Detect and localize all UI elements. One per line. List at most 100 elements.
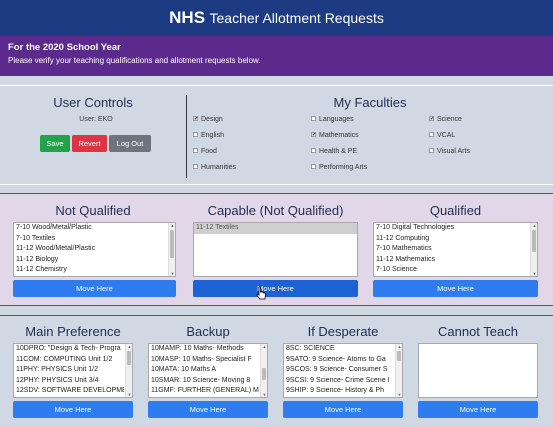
- revert-button[interactable]: Revert: [72, 135, 107, 152]
- qualified-move-button[interactable]: Move Here: [373, 280, 538, 297]
- scroll-up-icon[interactable]: ▲: [531, 223, 537, 228]
- app-header: NHS Teacher Allotment Requests: [0, 0, 553, 36]
- checkbox-icon[interactable]: ✔: [311, 131, 316, 137]
- faculty-humanities[interactable]: Humanities: [193, 163, 236, 171]
- list-item[interactable]: 9SCSI: 9 Science- Crime Scene I: [284, 376, 394, 387]
- list-item[interactable]: 8SC: SCIENCE: [284, 344, 394, 355]
- list-item[interactable]: 10SMAR: 10 Science- Moving 8: [149, 376, 259, 387]
- scrollbar-thumb[interactable]: [262, 368, 266, 380]
- scrollbar-thumb[interactable]: [532, 230, 536, 252]
- list-item[interactable]: 12SDV: SOFTWARE DEVELOPMEN: [14, 386, 124, 397]
- list-item[interactable]: 7-10 Wood/Metal/Plastic: [14, 223, 167, 234]
- main-preference-move-button[interactable]: Move Here: [13, 401, 133, 418]
- faculty-label: Performing Arts: [319, 164, 368, 171]
- scrollbar[interactable]: ▲ ▼: [530, 223, 537, 276]
- cannot-teach-move-button[interactable]: Move Here: [418, 401, 538, 418]
- checkbox-icon[interactable]: [429, 147, 434, 153]
- current-user: User: EKO: [79, 116, 113, 123]
- scroll-down-icon[interactable]: ▼: [169, 271, 175, 276]
- list-item[interactable]: 7-10 Science: [374, 265, 529, 276]
- faculty-visual-arts[interactable]: Visual Arts: [429, 147, 470, 155]
- list-item[interactable]: 10MAMP: 10 Maths- Methods: [149, 344, 259, 355]
- capable-title: Capable (Not Qualified): [207, 203, 344, 218]
- faculty-mathematics[interactable]: ✔ Mathematics: [311, 131, 359, 139]
- not-qualified-move-button[interactable]: Move Here: [13, 280, 176, 297]
- list-item[interactable]: 12PHY: PHYSICS Unit 3/4: [14, 376, 124, 387]
- faculty-food[interactable]: Food: [193, 147, 217, 155]
- faculty-english[interactable]: English: [193, 131, 224, 139]
- scroll-down-icon[interactable]: ▼: [261, 392, 267, 397]
- checkbox-icon[interactable]: [193, 131, 198, 137]
- capable-list[interactable]: 11-12 Textiles: [193, 222, 358, 277]
- faculty-languages[interactable]: Languages: [311, 115, 354, 123]
- list-item[interactable]: 9SATO: 9 Science- Atoms to Ga: [284, 355, 394, 366]
- checkbox-icon[interactable]: [193, 147, 198, 153]
- faculty-label: Food: [201, 148, 217, 155]
- backup-title: Backup: [186, 324, 230, 339]
- list-item[interactable]: 10MATA: 10 Maths A: [149, 365, 259, 376]
- qualified-list[interactable]: 7-10 Digital Technologies 11-12 Computing…: [373, 222, 538, 277]
- not-qualified-title: Not Qualified: [55, 203, 131, 218]
- cannot-teach-list[interactable]: [418, 343, 538, 398]
- list-item[interactable]: 9SHIP: 9 Science- History & Ph: [284, 386, 394, 397]
- list-item[interactable]: 11-12 Textiles: [194, 223, 357, 234]
- faculty-design[interactable]: ✔ Design: [193, 115, 223, 123]
- scrollbar-thumb[interactable]: [397, 351, 401, 361]
- if-desperate-list[interactable]: 8SC: SCIENCE 9SATO: 9 Science- Atoms to G…: [283, 343, 403, 398]
- year-banner: For the 2020 School Year Please verify y…: [0, 36, 553, 76]
- main-preference-list[interactable]: 10DPRO: "Design & Tech- Progra 11COM: COM…: [13, 343, 133, 398]
- checkbox-icon[interactable]: ✔: [193, 115, 198, 121]
- list-item[interactable]: 11-12 Chemistry: [14, 265, 167, 276]
- scrollbar[interactable]: ▲ ▼: [125, 344, 132, 397]
- scrollbar-thumb[interactable]: [127, 351, 131, 365]
- scroll-up-icon[interactable]: ▲: [169, 223, 175, 228]
- not-qualified-list[interactable]: 7-10 Wood/Metal/Plastic 7-10 Textiles 11-1…: [13, 222, 176, 277]
- faculty-health-pe[interactable]: Health & PE: [311, 147, 357, 155]
- checkbox-icon[interactable]: [311, 115, 316, 121]
- banner-subtext: Please verify your teaching qualificatio…: [8, 56, 261, 65]
- checkbox-icon[interactable]: [429, 131, 434, 137]
- user-controls-title: User Controls: [53, 95, 133, 110]
- list-item[interactable]: 11-12 Wood/Metal/Plastic: [14, 244, 167, 255]
- checkbox-icon[interactable]: [311, 147, 316, 153]
- capable-move-button[interactable]: Move Here: [193, 280, 358, 297]
- list-item[interactable]: 11PHY: PHYSICS Unit 1/2: [14, 365, 124, 376]
- if-desperate-move-button[interactable]: Move Here: [283, 401, 403, 418]
- scroll-up-icon[interactable]: ▲: [126, 344, 132, 349]
- main-preference-title: Main Preference: [25, 324, 121, 339]
- backup-move-button[interactable]: Move Here: [148, 401, 268, 418]
- list-item[interactable]: 11-12 Computing: [374, 234, 529, 245]
- faculty-label: English: [201, 132, 224, 139]
- faculty-label: Visual Arts: [437, 148, 470, 155]
- faculty-label: VCAL: [437, 132, 456, 139]
- scroll-up-icon[interactable]: ▲: [396, 344, 402, 349]
- backup-list[interactable]: 10MAMP: 10 Maths- Methods 10MASP: 10 Math…: [148, 343, 268, 398]
- list-item[interactable]: 9SCOS: 9 Science- Consumer S: [284, 365, 394, 376]
- checkbox-icon[interactable]: [193, 163, 198, 169]
- scroll-down-icon[interactable]: ▼: [531, 271, 537, 276]
- list-item[interactable]: 7-10 Textiles: [14, 234, 167, 245]
- list-item[interactable]: 11COM: COMPUTING Unit 1/2: [14, 355, 124, 366]
- scrollbar[interactable]: ▲ ▼: [168, 223, 175, 276]
- scrollbar[interactable]: ▲ ▼: [260, 344, 267, 397]
- checkbox-icon[interactable]: ✔: [429, 115, 434, 121]
- list-item[interactable]: 11-12 Biology: [14, 255, 167, 266]
- list-item[interactable]: 11-12 Mathematics: [374, 255, 529, 266]
- scrollbar[interactable]: ▲ ▼: [395, 344, 402, 397]
- faculty-science[interactable]: ✔ Science: [429, 115, 462, 123]
- list-item[interactable]: 10MASP: 10 Maths- Specialist F: [149, 355, 259, 366]
- faculty-performing-arts[interactable]: Performing Arts: [311, 163, 368, 171]
- save-button[interactable]: Save: [40, 135, 70, 152]
- scroll-down-icon[interactable]: ▼: [396, 392, 402, 397]
- faculty-vcal[interactable]: VCAL: [429, 131, 456, 139]
- scrollbar-thumb[interactable]: [170, 230, 174, 258]
- scroll-up-icon[interactable]: ▲: [261, 344, 267, 349]
- list-item[interactable]: 10DPRO: "Design & Tech- Progra: [14, 344, 124, 355]
- list-item[interactable]: 11GMF: FURTHER (GENERAL) M: [149, 386, 259, 397]
- checkbox-icon[interactable]: [311, 163, 316, 169]
- list-item[interactable]: 7-10 Mathematics: [374, 244, 529, 255]
- logout-button[interactable]: Log Out: [109, 135, 151, 152]
- scroll-down-icon[interactable]: ▼: [126, 392, 132, 397]
- brand-name: NHS: [169, 8, 206, 27]
- list-item[interactable]: 7-10 Digital Technologies: [374, 223, 529, 234]
